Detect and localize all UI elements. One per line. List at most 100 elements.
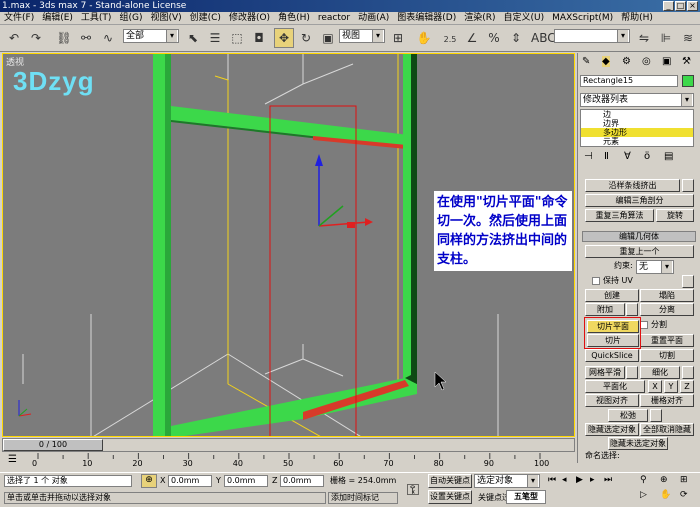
z-coordinate-field[interactable]: 0.0mm (280, 475, 324, 487)
cut-button[interactable]: 切割 (640, 349, 694, 362)
remove-modifier-icon[interactable]: ö (644, 151, 650, 162)
motion-tab-icon[interactable]: ◎ (642, 56, 651, 67)
reset-plane-button[interactable]: 重置平面 (640, 334, 694, 347)
menu-rendering[interactable]: 渲染(R) (460, 12, 499, 25)
relax-settings-icon[interactable] (650, 409, 662, 422)
planarize-y-button[interactable]: Y (664, 380, 678, 393)
collapse-button[interactable]: 塌陷 (640, 289, 694, 302)
close-button[interactable]: × (687, 1, 698, 11)
menu-views[interactable]: 视图(V) (146, 12, 185, 25)
select-by-name-icon[interactable]: ☰ (205, 28, 225, 48)
make-unique-icon[interactable]: ∀ (624, 151, 631, 162)
key-selection-dropdown[interactable]: 选定对象 (474, 474, 540, 488)
pivot-center-icon[interactable]: ⊞ (388, 28, 408, 48)
stack-item-element[interactable]: 元素 (581, 137, 693, 146)
show-end-result-icon[interactable]: Ⅱ (604, 151, 609, 162)
field-of-view-icon[interactable]: ▷ (640, 490, 647, 500)
constraints-dropdown[interactable]: 无 (636, 260, 674, 274)
lock-selection-icon[interactable]: ⊕ (141, 474, 157, 488)
meshsmooth-button[interactable]: 网格平滑 (585, 366, 625, 379)
zoom-extents-icon[interactable]: ⊞ (680, 475, 688, 485)
select-scale-icon[interactable]: ▣ (318, 28, 338, 48)
spinner-snap-icon[interactable]: ⇕ (506, 28, 526, 48)
previous-frame-icon[interactable]: ◂ (562, 475, 567, 485)
menu-group[interactable]: 组(G) (115, 12, 146, 25)
redo-icon[interactable]: ↷ (26, 28, 46, 48)
menu-maxscript[interactable]: MAXScript(M) (548, 12, 617, 25)
detach-button[interactable]: 分离 (640, 303, 694, 316)
menu-animation[interactable]: 动画(A) (354, 12, 393, 25)
modifier-list-dropdown[interactable]: 修改器列表 (580, 93, 694, 107)
menu-graph-editors[interactable]: 图表编辑器(D) (393, 12, 460, 25)
planarize-x-button[interactable]: X (648, 380, 662, 393)
quickslice-button[interactable]: QuickSlice (585, 349, 639, 362)
rect-selection-icon[interactable]: ⬚ (227, 28, 247, 48)
snap-toggle-icon[interactable]: 2.5 (440, 28, 460, 48)
menu-modifiers[interactable]: 修改器(O) (225, 12, 274, 25)
stack-item-edge[interactable]: 边 (581, 110, 693, 119)
menu-customize[interactable]: 自定义(U) (500, 12, 549, 25)
extrude-along-spline-button[interactable]: 沿样条线挤出 (585, 179, 680, 192)
select-object-icon[interactable]: ⬉ (183, 28, 203, 48)
relax-button[interactable]: 松弛 (608, 409, 648, 422)
align-icon[interactable]: ⊫ (656, 28, 676, 48)
select-rotate-icon[interactable]: ↻ (296, 28, 316, 48)
view-align-button[interactable]: 视图对齐 (585, 394, 639, 407)
menu-character[interactable]: 角色(H) (274, 12, 314, 25)
unlink-icon[interactable]: ⚯ (76, 28, 96, 48)
unhide-all-button[interactable]: 全部取消隐藏 (640, 423, 694, 436)
angle-snap-icon[interactable]: ∠ (462, 28, 482, 48)
select-move-icon[interactable]: ✥ (274, 28, 294, 48)
window-crossing-icon[interactable]: ◘ (249, 28, 269, 48)
meshsmooth-settings-icon[interactable] (626, 366, 638, 379)
display-tab-icon[interactable]: ▣ (662, 56, 671, 67)
menu-edit[interactable]: 编辑(E) (38, 12, 77, 25)
extrude-along-spline-settings-icon[interactable] (682, 179, 694, 192)
menu-reactor[interactable]: reactor (314, 12, 354, 25)
ime-indicator[interactable]: 五笔型 (506, 490, 546, 504)
stack-item-polygon[interactable]: 多边形 (581, 128, 693, 137)
object-color-swatch[interactable] (682, 75, 694, 87)
split-checkbox[interactable] (640, 321, 648, 329)
utilities-tab-icon[interactable]: ⚒ (682, 56, 691, 67)
hide-selected-button[interactable]: 隐藏选定对象 (585, 423, 639, 436)
planarize-button[interactable]: 平面化 (585, 380, 645, 393)
edit-geometry-rollout[interactable]: 编辑几何体 (582, 231, 696, 242)
perspective-viewport[interactable]: 透视 3Dzyg 在使用"切片平面"命令切一次。然后使用上面同样的方法挤出中间的… (2, 53, 575, 437)
edit-named-selections-icon[interactable]: ABC (530, 28, 556, 48)
manipulate-icon[interactable]: ✋ (414, 28, 434, 48)
go-to-start-icon[interactable]: ⏮ (548, 475, 556, 485)
named-selection-dropdown[interactable] (554, 29, 630, 43)
zoom-all-icon[interactable]: ⊕ (660, 475, 668, 485)
retriangulate-button[interactable]: 重复三角算法 (585, 209, 654, 222)
ref-coord-dropdown[interactable]: 视图 (339, 29, 385, 43)
y-coordinate-field[interactable]: 0.0mm (224, 475, 268, 487)
attach-list-icon[interactable] (626, 303, 638, 316)
configure-sets-icon[interactable]: ▤ (664, 151, 673, 162)
tessellate-settings-icon[interactable] (682, 366, 694, 379)
turn-button[interactable]: 旋转 (656, 209, 694, 222)
modify-tab-icon[interactable]: ◆ (602, 56, 610, 67)
menu-file[interactable]: 文件(F) (0, 12, 38, 25)
menu-help[interactable]: 帮助(H) (617, 12, 657, 25)
selection-filter-dropdown[interactable]: 全部 (123, 29, 179, 43)
tessellate-button[interactable]: 细化 (640, 366, 680, 379)
time-slider-thumb[interactable]: 0 / 100 (3, 439, 103, 451)
add-time-tag-field[interactable]: 添加时间标记 (328, 492, 398, 504)
grid-align-button[interactable]: 栅格对齐 (640, 394, 694, 407)
layer-manager-icon[interactable]: ≋ (678, 28, 698, 48)
pan-icon[interactable]: ✋ (660, 490, 671, 500)
set-key-icon[interactable]: ⚿ (402, 479, 424, 501)
hierarchy-tab-icon[interactable]: ⚙ (622, 56, 631, 67)
set-key-button[interactable]: 设置关键点 (428, 490, 472, 504)
menu-create[interactable]: 创建(C) (186, 12, 225, 25)
menu-tools[interactable]: 工具(T) (77, 12, 116, 25)
edit-triangulation-button[interactable]: 编辑三角剖分 (585, 194, 694, 207)
next-frame-icon[interactable]: ▸ (590, 475, 595, 485)
zoom-icon[interactable]: ⚲ (640, 475, 647, 485)
track-bar[interactable]: ☰ 0 10 20 30 40 50 60 70 80 90 100 (2, 453, 575, 471)
arc-rotate-icon[interactable]: ⟳ (680, 490, 688, 500)
auto-key-button[interactable]: 自动关键点 (428, 474, 472, 488)
go-to-end-icon[interactable]: ⏭ (604, 475, 612, 485)
bind-space-warp-icon[interactable]: ∿ (98, 28, 118, 48)
